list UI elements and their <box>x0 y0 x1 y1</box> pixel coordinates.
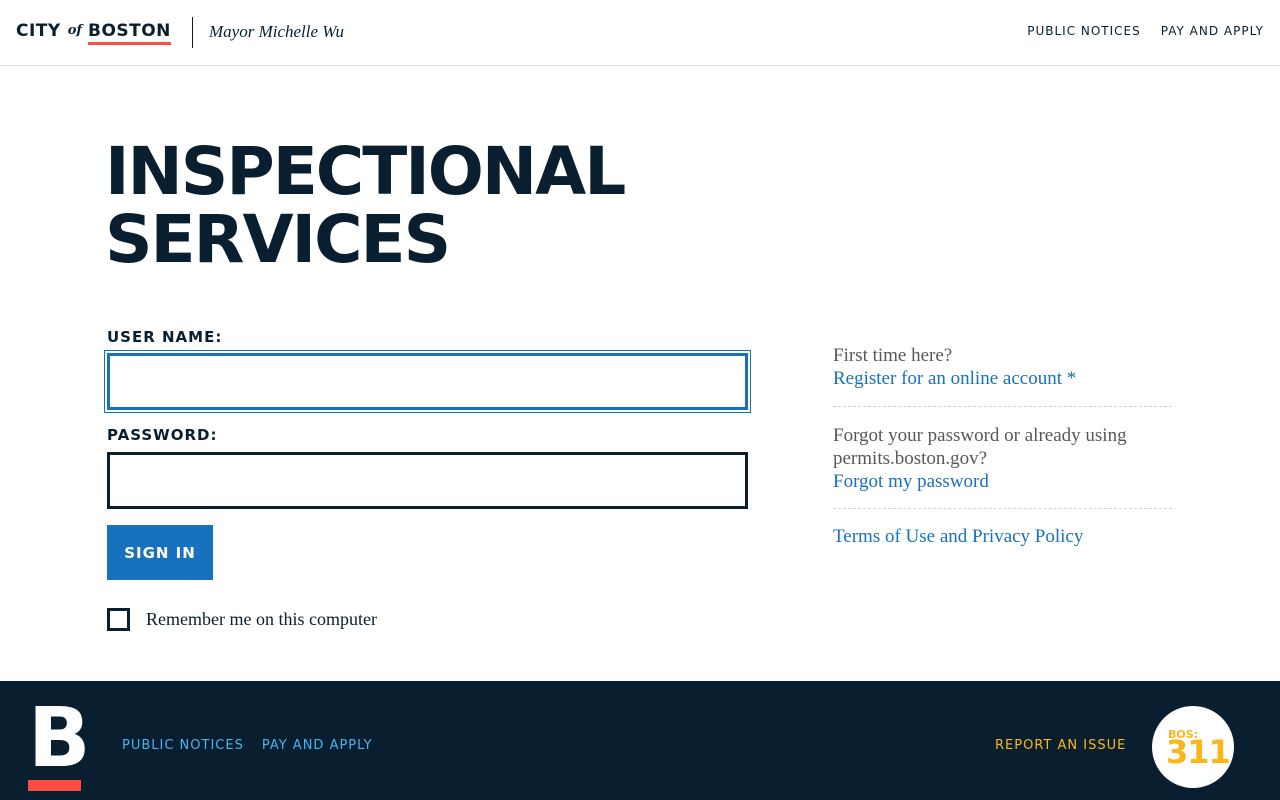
forgot-text: Forgot your password or already using pe… <box>833 425 1127 469</box>
bos-311-number: 311 <box>1166 733 1231 771</box>
help-first-time: First time here? Register for an online … <box>833 344 1172 407</box>
header-nav: PUBLIC NOTICES PAY AND APPLY <box>1027 24 1264 38</box>
remember-me-label[interactable]: Remember me on this computer <box>146 609 377 630</box>
boston-b-logo[interactable]: B <box>28 697 91 791</box>
header-nav-pay-and-apply[interactable]: PAY AND APPLY <box>1161 24 1264 38</box>
remember-me: Remember me on this computer <box>107 608 377 631</box>
bos-311-badge[interactable]: BOS: 311 <box>1152 706 1234 788</box>
help-forgot: Forgot your password or already using pe… <box>833 424 1172 509</box>
logo-boston-text: BOSTON <box>87 20 171 45</box>
site-footer: B PUBLIC NOTICES PAY AND APPLY REPORT AN… <box>0 681 1280 800</box>
page-title: INSPECTIONAL SERVICES <box>105 133 626 278</box>
footer-nav-pay-and-apply[interactable]: PAY AND APPLY <box>262 738 373 753</box>
b-logo-letter: B <box>28 691 91 786</box>
site-header: CITY of BOSTON Mayor Michelle Wu PUBLIC … <box>0 0 1280 66</box>
remember-me-checkbox[interactable] <box>107 608 130 631</box>
register-link[interactable]: Register for an online account * <box>833 367 1172 390</box>
header-nav-public-notices[interactable]: PUBLIC NOTICES <box>1027 24 1141 38</box>
forgot-password-link[interactable]: Forgot my password <box>833 470 1172 493</box>
logo-of-text: of <box>67 23 82 38</box>
logo-city-text: CITY <box>16 21 61 41</box>
header-divider <box>192 17 193 48</box>
username-input[interactable] <box>107 353 748 410</box>
password-input[interactable] <box>107 452 748 509</box>
username-label: USER NAME: <box>107 328 223 346</box>
first-time-text: First time here? <box>833 345 953 366</box>
terms-privacy-link[interactable]: Terms of Use and Privacy Policy <box>833 525 1172 548</box>
b-logo-red-bar <box>28 780 81 791</box>
report-issue-link[interactable]: REPORT AN ISSUE <box>995 738 1126 753</box>
sign-in-button[interactable]: SIGN IN <box>107 525 213 580</box>
password-label: PASSWORD: <box>107 426 218 444</box>
footer-nav: PUBLIC NOTICES PAY AND APPLY <box>122 738 373 753</box>
help-terms: Terms of Use and Privacy Policy <box>833 525 1172 548</box>
city-of-boston-logo[interactable]: CITY of BOSTON <box>16 20 171 46</box>
footer-nav-public-notices[interactable]: PUBLIC NOTICES <box>122 738 244 753</box>
mayor-name: Mayor Michelle Wu <box>209 22 345 41</box>
